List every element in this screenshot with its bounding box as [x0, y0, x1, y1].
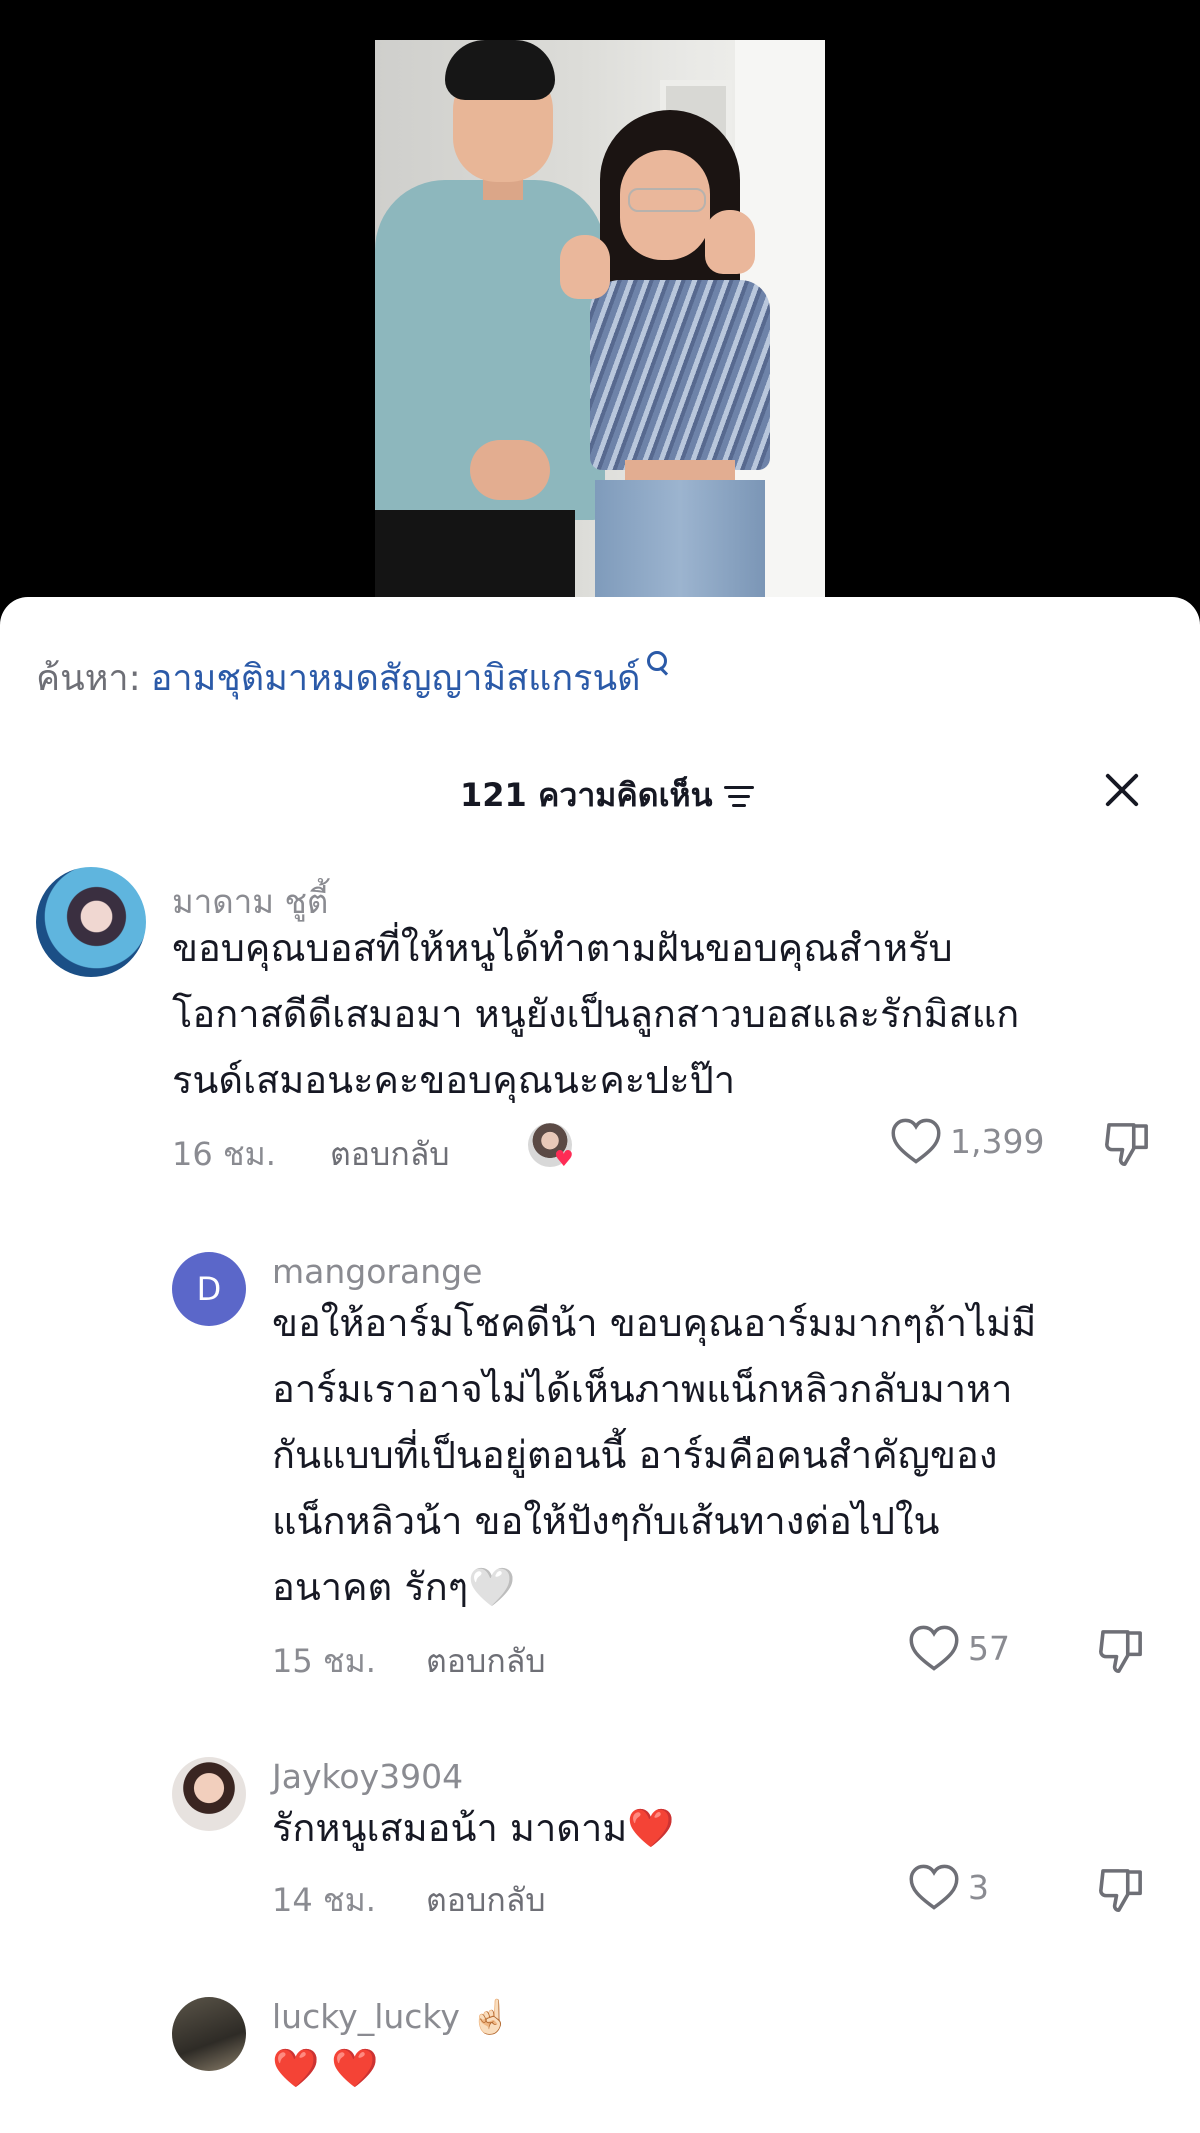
video-thumbnail[interactable]	[375, 40, 825, 620]
video-background	[0, 0, 1200, 620]
reply-comment-item: D mangorange ขอให้อาร์มโชคดีน้า ขอบคุณอา…	[0, 1252, 1200, 1702]
comment-line: อาร์มเราอาจไม่ได้เห็นภาพแน็กหลิวกลับมาหา	[272, 1367, 1013, 1411]
heart-outline-icon[interactable]	[908, 1624, 960, 1672]
reply-comment-item: lucky_lucky ☝🏻 ❤️ ❤️	[0, 1997, 1200, 2133]
search-label: ค้นหา:	[36, 658, 141, 699]
comment-time: 15 ชม.	[272, 1642, 376, 1680]
comment-username[interactable]: Jaykoy3904	[272, 1757, 463, 1796]
reply-button[interactable]: ตอบกลับ	[330, 1129, 450, 1180]
like-button[interactable]: 1,399	[890, 1117, 1044, 1165]
comment-line: โอกาสดีดีเสมอมา หนูยังเป็นลูกสาวบอสและรั…	[172, 992, 1020, 1036]
comment-count[interactable]: 121 ความคิดเห็น	[460, 770, 755, 821]
woman-belly	[625, 460, 735, 482]
heart-icon: ♥	[554, 1147, 574, 1172]
dislike-icon[interactable]	[1094, 1863, 1148, 1917]
comment-sheet: ค้นหา: อามชุติมาหมดสัญญามิสแกรนด์ 121 คว…	[0, 597, 1200, 2133]
woman-hand-right	[705, 210, 755, 274]
like-count: 1,399	[950, 1121, 1045, 1161]
comment-line: ขอให้อาร์มโชคดีน้า ขอบคุณอาร์มมากๆถ้าไม่…	[272, 1301, 1037, 1345]
like-button[interactable]: 57	[908, 1624, 1010, 1672]
comment-line: อนาคต รักๆ🤍	[272, 1565, 516, 1609]
heart-outline-icon[interactable]	[908, 1863, 960, 1911]
comment-time: 16 ชม.	[172, 1135, 276, 1173]
like-button[interactable]: 3	[908, 1863, 989, 1911]
comment-text: ขอให้อาร์มโชคดีน้า ขอบคุณอาร์มมากๆถ้าไม่…	[272, 1290, 1036, 1620]
comment-line: ขอบคุณบอสที่ให้หนูได้ทำตามฝันขอบคุณสำหรั…	[172, 926, 953, 970]
heart-outline-icon[interactable]	[890, 1117, 942, 1165]
man-hair	[445, 40, 555, 100]
woman-glasses	[628, 188, 706, 212]
comment-line: รักหนูเสมอน้า มาดาม❤️	[272, 1806, 675, 1850]
comment-text: ขอบคุณบอสที่ให้หนูได้ทำตามฝันขอบคุณสำหรั…	[172, 915, 1019, 1113]
comment-username[interactable]: lucky_lucky ☝🏻	[272, 1997, 511, 2037]
avatar[interactable]	[172, 1757, 246, 1831]
man-hands	[470, 440, 550, 500]
search-icon[interactable]	[645, 649, 671, 679]
search-suggestion[interactable]: ค้นหา: อามชุติมาหมดสัญญามิสแกรนด์	[36, 649, 671, 706]
comment-line: แน็กหลิวน้า ขอให้ปังๆกับเส้นทางต่อไปใน	[272, 1499, 940, 1543]
comment-text: รักหนูเสมอน้า มาดาม❤️	[272, 1795, 675, 1861]
comment-text: ❤️ ❤️	[272, 2035, 379, 2101]
reply-button[interactable]: ตอบกลับ	[426, 1636, 546, 1687]
avatar[interactable]	[172, 1997, 246, 2071]
comment-count-label: 121 ความคิดเห็น	[460, 776, 713, 814]
comment-time: 14 ชม.	[272, 1881, 376, 1919]
comment-item: มาดาม ชูตี้ ขอบคุณบอสที่ให้หนูได้ทำตามฝั…	[0, 867, 1200, 1197]
dislike-icon[interactable]	[1100, 1117, 1154, 1171]
avatar[interactable]	[36, 867, 146, 977]
dislike-icon[interactable]	[1094, 1624, 1148, 1678]
woman-top	[590, 280, 770, 470]
close-button[interactable]	[1096, 764, 1148, 816]
reply-comment-item: Jaykoy3904 รักหนูเสมอน้า มาดาม❤️ 14 ชม. …	[0, 1757, 1200, 1957]
woman-hand-left	[560, 235, 610, 299]
comment-line: ❤️ ❤️	[272, 2046, 379, 2090]
like-count: 57	[968, 1628, 1010, 1668]
sort-filter-icon[interactable]	[724, 784, 755, 808]
comment-line: กันแบบที่เป็นอยู่ตอนนี้ อาร์มคือคนสำคัญข…	[272, 1433, 998, 1477]
comments-header: 121 ความคิดเห็น	[0, 762, 1200, 822]
reply-button[interactable]: ตอบกลับ	[426, 1875, 546, 1926]
avatar[interactable]: D	[172, 1252, 246, 1326]
creator-liked-badge: ♥	[528, 1123, 582, 1177]
comment-line: รนด์เสมอนะคะขอบคุณนะคะปะป๊า	[172, 1058, 736, 1102]
like-count: 3	[968, 1867, 989, 1907]
comment-username[interactable]: mangorange	[272, 1252, 482, 1291]
search-query-link[interactable]: อามชุติมาหมดสัญญามิสแกรนด์	[151, 649, 641, 706]
